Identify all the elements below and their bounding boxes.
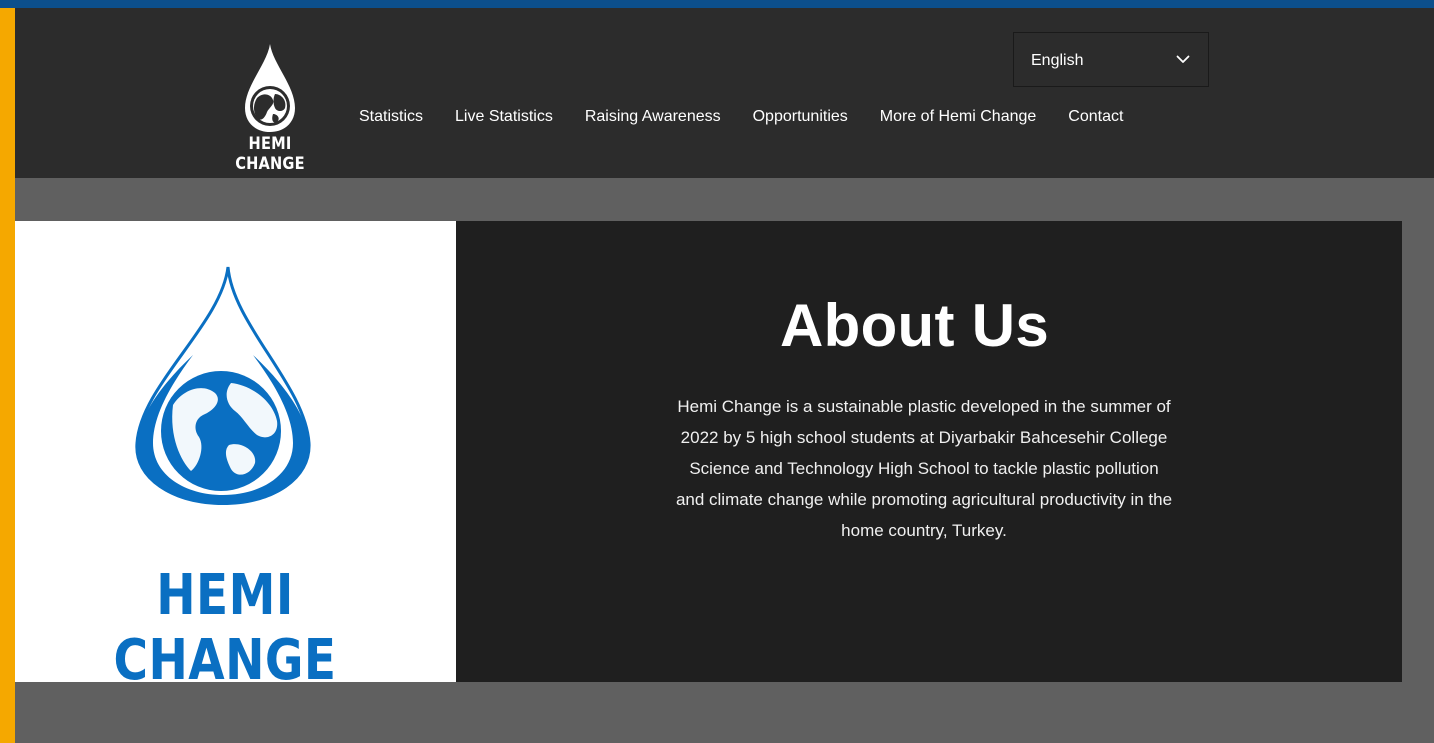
nav-raising-awareness[interactable]: Raising Awareness: [585, 108, 721, 130]
page: HEMI CHANGE English Statistics Live Stat…: [15, 8, 1434, 743]
site-logo-link[interactable]: HEMI CHANGE: [205, 42, 335, 174]
nav-live-statistics[interactable]: Live Statistics: [455, 108, 553, 130]
about-section: HEMI CHANGE About Us Hemi Change is a su…: [15, 221, 1402, 682]
logo-text: HEMI CHANGE: [235, 134, 305, 174]
chevron-down-icon: [1176, 55, 1190, 63]
globe-drop-brand-icon: [135, 266, 311, 505]
site-header: HEMI CHANGE English Statistics Live Stat…: [15, 8, 1434, 178]
nav-statistics[interactable]: Statistics: [359, 108, 423, 130]
brand-wordmark: HEMI CHANGE: [113, 563, 337, 682]
globe-drop-logo-icon: [245, 44, 295, 132]
language-selected-value: English: [1031, 52, 1084, 69]
about-content-panel: About Us Hemi Change is a sustainable pl…: [456, 221, 1402, 682]
about-brand-image: HEMI CHANGE: [15, 221, 456, 682]
about-title: About Us: [779, 292, 1050, 359]
language-select[interactable]: English: [1013, 32, 1209, 87]
frame-top-border: [0, 0, 1434, 8]
nav-opportunities[interactable]: Opportunities: [753, 108, 848, 130]
frame-left-border: [0, 8, 15, 743]
nav-contact[interactable]: Contact: [1068, 108, 1123, 130]
nav-more-of-hemi-change[interactable]: More of Hemi Change: [880, 108, 1037, 130]
main-nav: Statistics Live Statistics Raising Aware…: [359, 108, 1123, 130]
about-description: Hemi Change is a sustainable plastic dev…: [675, 397, 1173, 540]
